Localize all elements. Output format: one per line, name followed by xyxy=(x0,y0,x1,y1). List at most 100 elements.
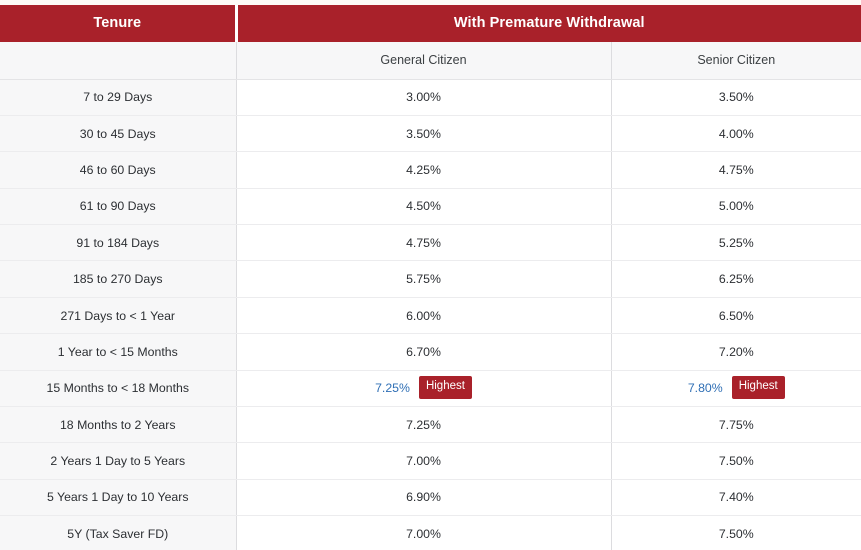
cell-tenure: 2 Years 1 Day to 5 Years xyxy=(0,442,237,480)
rate-value-general-citizen: 6.90% xyxy=(406,490,441,505)
cell-rate-general-citizen: 7.00% xyxy=(236,442,612,480)
rate-cell-content: 6.90% xyxy=(406,490,441,504)
table-row: 46 to 60 Days 4.25% 4.75% xyxy=(0,151,861,189)
rate-cell-content: 4.50% xyxy=(406,199,441,213)
cell-rate-senior-citizen: 7.50% xyxy=(611,515,861,550)
column-subheader-blank xyxy=(0,42,237,80)
highest-badge-general-citizen: Highest xyxy=(418,376,472,399)
cell-tenure: 271 Days to < 1 Year xyxy=(0,297,237,335)
table-row: 2 Years 1 Day to 5 Years 7.00% 7.50% xyxy=(0,442,861,480)
table-row: 185 to 270 Days 5.75% 6.25% xyxy=(0,260,861,298)
cell-rate-senior-citizen: 6.25% xyxy=(611,260,861,298)
rate-cell-content: 5.25% xyxy=(719,236,754,250)
rate-cell-content: 7.75% xyxy=(719,418,754,432)
fd-interest-rates-table: Tenure With Premature Withdrawal General… xyxy=(0,5,861,550)
rate-value-general-citizen: 7.00% xyxy=(406,527,441,542)
rate-value-senior-citizen: 3.50% xyxy=(718,90,754,105)
cell-rate-senior-citizen: 6.50% xyxy=(611,297,861,335)
table-row: 15 Months to < 18 Months 7.25% Highest 7.80… xyxy=(0,370,861,408)
cell-rate-senior-citizen: 7.20% xyxy=(611,333,861,371)
rate-cell-content: 5.75% xyxy=(406,272,441,286)
rate-value-general-citizen: 3.00% xyxy=(406,90,441,105)
rate-cell-content: 4.25% xyxy=(406,163,441,177)
table-header-sub-row: General Citizen Senior Citizen xyxy=(0,42,861,80)
cell-rate-senior-citizen: 3.50% xyxy=(611,79,861,116)
rate-value-senior-citizen: 7.20% xyxy=(718,344,754,359)
rate-value-general-citizen: 6.70% xyxy=(406,344,441,359)
cell-tenure: 5 Years 1 Day to 10 Years xyxy=(0,479,237,517)
table-row: 61 to 90 Days 4.50% 5.00% xyxy=(0,188,861,226)
rate-cell-content: 3.50% xyxy=(719,90,754,104)
cell-tenure: 46 to 60 Days xyxy=(0,151,237,189)
rate-value-general-citizen: 5.75% xyxy=(406,272,441,287)
cell-rate-general-citizen: 7.00% xyxy=(236,515,612,550)
cell-rate-general-citizen: 4.75% xyxy=(236,224,612,262)
table-row: 1 Year to < 15 Months 6.70% 7.20% xyxy=(0,333,861,371)
rate-cell-content: 4.75% xyxy=(406,236,441,250)
rate-cell-content: 4.00% xyxy=(719,127,754,141)
rate-value-senior-citizen: 7.75% xyxy=(718,417,754,432)
cell-tenure: 1 Year to < 15 Months xyxy=(0,333,237,371)
rate-value-general-citizen: 6.00% xyxy=(406,308,441,323)
cell-tenure: 15 Months to < 18 Months xyxy=(0,370,237,408)
rate-value-senior-citizen: 4.75% xyxy=(718,162,754,177)
cell-rate-senior-citizen: 4.75% xyxy=(611,151,861,189)
column-subheader-senior-citizen: Senior Citizen xyxy=(611,42,861,80)
rate-cell-content: 5.00% xyxy=(719,199,754,213)
rate-cell-content: 7.25% xyxy=(406,418,441,432)
rate-cell-content: 7.00% xyxy=(406,527,441,541)
table-row: 18 Months to 2 Years 7.25% 7.75% xyxy=(0,406,861,444)
cell-rate-general-citizen: 6.70% xyxy=(236,333,612,371)
cell-rate-senior-citizen: 7.40% xyxy=(611,479,861,517)
rate-value-senior-citizen: 5.25% xyxy=(718,235,754,250)
rate-value-senior-citizen: 5.00% xyxy=(718,199,754,214)
rate-value-general-citizen: 7.25% xyxy=(375,381,410,396)
cell-rate-general-citizen: 3.00% xyxy=(236,79,612,116)
cell-tenure: 91 to 184 Days xyxy=(0,224,237,262)
rate-cell-content: 3.00% xyxy=(406,90,441,104)
rate-cell-content: 7.20% xyxy=(719,345,754,359)
rate-value-general-citizen: 4.25% xyxy=(406,162,441,177)
rate-cell-content: 7.40% xyxy=(719,490,754,504)
rate-value-senior-citizen: 7.40% xyxy=(718,490,754,505)
cell-rate-general-citizen: 6.90% xyxy=(236,479,612,517)
rate-value-senior-citizen: 6.50% xyxy=(718,308,754,323)
rate-cell-content: 7.25% Highest xyxy=(375,376,472,400)
rate-value-general-citizen: 3.50% xyxy=(406,126,441,141)
rate-cell-content: 7.00% xyxy=(406,454,441,468)
highest-badge-senior-citizen: Highest xyxy=(731,376,785,399)
table-row: 30 to 45 Days 3.50% 4.00% xyxy=(0,115,861,153)
cell-rate-general-citizen: 6.00% xyxy=(236,297,612,335)
table-row: 91 to 184 Days 4.75% 5.25% xyxy=(0,224,861,262)
rate-cell-content: 6.70% xyxy=(406,345,441,359)
table-row: 7 to 29 Days 3.00% 3.50% xyxy=(0,79,861,116)
rate-cell-content: 7.50% xyxy=(719,454,754,468)
cell-rate-general-citizen: 4.25% xyxy=(236,151,612,189)
cell-rate-general-citizen: 4.50% xyxy=(236,188,612,226)
rate-value-senior-citizen: 6.25% xyxy=(718,272,754,287)
cell-tenure: 61 to 90 Days xyxy=(0,188,237,226)
rate-cell-content: 4.75% xyxy=(719,163,754,177)
cell-tenure: 5Y (Tax Saver FD) xyxy=(0,515,237,550)
rate-value-senior-citizen: 7.50% xyxy=(718,527,754,542)
table-header: Tenure With Premature Withdrawal General… xyxy=(0,5,861,80)
rate-cell-content: 7.80% Highest xyxy=(688,376,785,400)
cell-rate-senior-citizen: 5.00% xyxy=(611,188,861,226)
rate-value-general-citizen: 4.75% xyxy=(406,235,441,250)
rate-cell-content: 3.50% xyxy=(406,127,441,141)
column-header-group-premature-withdrawal: With Premature Withdrawal xyxy=(236,5,861,42)
cell-rate-general-citizen: 7.25% xyxy=(236,406,612,444)
rate-cell-content: 6.00% xyxy=(406,309,441,323)
cell-rate-general-citizen: 5.75% xyxy=(236,260,612,298)
rate-value-senior-citizen: 7.50% xyxy=(718,454,754,469)
rate-value-general-citizen: 4.50% xyxy=(406,199,441,214)
table-row: 5Y (Tax Saver FD) 7.00% 7.50% xyxy=(0,515,861,550)
table-row: 5 Years 1 Day to 10 Years 6.90% 7.40% xyxy=(0,479,861,517)
table-header-main-row: Tenure With Premature Withdrawal xyxy=(0,5,861,42)
rate-cell-content: 6.50% xyxy=(719,309,754,323)
cell-rate-senior-citizen: 7.75% xyxy=(611,406,861,444)
cell-rate-senior-citizen: 7.50% xyxy=(611,442,861,480)
cell-tenure: 7 to 29 Days xyxy=(0,79,237,116)
rate-value-senior-citizen: 4.00% xyxy=(718,126,754,141)
rate-cell-content: 6.25% xyxy=(719,272,754,286)
